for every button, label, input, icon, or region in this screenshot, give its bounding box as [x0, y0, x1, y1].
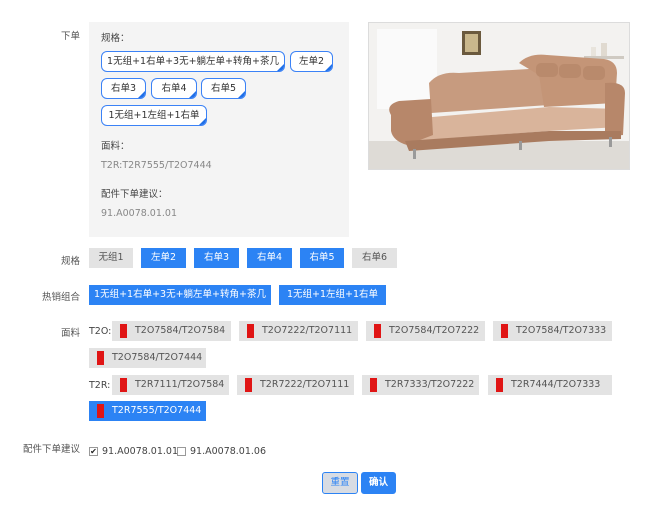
fabric-swatch	[370, 378, 377, 392]
spec-option[interactable]: 右单5	[300, 248, 344, 268]
parts-option[interactable]: ✔ 91.A0078.01.01	[89, 446, 179, 458]
order-label: 下单	[60, 31, 80, 42]
fabric-option-label: T2O7584/T2O7584	[135, 325, 226, 336]
fabric-option-selected[interactable]: T2R7555/T2O7444	[89, 401, 206, 421]
fabric-option-label: T2R7333/T2O7222	[385, 379, 475, 390]
spec-option[interactable]: 右单4	[247, 248, 292, 268]
fabric-option-label: T2O7222/T2O7111	[262, 325, 353, 336]
fabric-option[interactable]: T2R7444/T2O7333	[488, 375, 612, 395]
fabric-swatch	[496, 378, 503, 392]
fabric-swatch	[501, 324, 508, 338]
parts-suggestion-label: 配件下单建议	[22, 444, 80, 455]
fabric-option[interactable]: T2O7584/T2O7222	[366, 321, 485, 341]
fabric-option[interactable]: T2O7222/T2O7111	[239, 321, 358, 341]
fabric-swatch	[97, 351, 104, 365]
summary-spec-title: 规格：	[101, 33, 130, 44]
fabric-label: 面料	[60, 328, 80, 339]
fabric-option-label: T2R7222/T2O7111	[260, 379, 350, 390]
parts-option-label: 91.A0078.01.01	[102, 446, 178, 457]
parts-option-label: 91.A0078.01.06	[190, 446, 266, 457]
fabric-option[interactable]: T2O7584/T2O7333	[493, 321, 612, 341]
summary-parts-value: 91.A0078.01.01	[101, 208, 177, 219]
summary-fabric-value: T2R:T2R7555/T2O7444	[101, 160, 212, 171]
fabric-option-label: T2R7555/T2O7444	[112, 405, 202, 416]
parts-option[interactable]: 91.A0078.01.06	[177, 446, 267, 458]
hot-combo-label: 热销组合	[41, 292, 80, 303]
hot-combo-option[interactable]: 1无组+1右单+3无+躺左单+转角+茶几	[89, 285, 271, 305]
fabric-option[interactable]: T2R7111/T2O7584	[112, 375, 229, 395]
fabric-t2r-prefix: T2R:	[89, 380, 111, 391]
product-photo	[368, 22, 630, 170]
fabric-swatch	[374, 324, 381, 338]
hot-combo-option[interactable]: 1无组+1左组+1右单	[279, 285, 386, 305]
checkbox-checked[interactable]: ✔	[89, 447, 98, 456]
fabric-option-label: T2R7111/T2O7584	[135, 379, 225, 390]
fabric-swatch	[245, 378, 252, 392]
fabric-option[interactable]: T2R7222/T2O7111	[237, 375, 354, 395]
fabric-swatch	[120, 378, 127, 392]
summary-spec-pill[interactable]: 1无组+1右单+3无+躺左单+转角+茶几	[101, 51, 285, 72]
fabric-swatch	[97, 404, 104, 418]
fabric-swatch	[120, 324, 127, 338]
checkbox-unchecked[interactable]	[177, 447, 186, 456]
spec-option[interactable]: 右单3	[194, 248, 239, 268]
reset-button[interactable]: 重置	[322, 472, 358, 494]
sofa-image	[369, 23, 629, 169]
summary-parts-title: 配件下单建议：	[101, 189, 168, 200]
summary-spec-pill[interactable]: 右单5	[201, 78, 246, 99]
spec-option[interactable]: 无组1	[89, 248, 133, 268]
fabric-option-label: T2O7584/T2O7444	[112, 352, 203, 363]
spec-option[interactable]: 右单6	[352, 248, 397, 268]
fabric-t2o-prefix: T2O:	[89, 326, 112, 337]
fabric-swatch	[247, 324, 254, 338]
spec-option[interactable]: 左单2	[141, 248, 186, 268]
summary-spec-pill[interactable]: 1无组+1左组+1右单	[101, 105, 207, 126]
fabric-option-label: T2O7584/T2O7333	[516, 325, 607, 336]
fabric-option[interactable]: T2O7584/T2O7584	[112, 321, 231, 341]
confirm-button[interactable]: 确认	[361, 472, 396, 494]
spec-label: 规格	[60, 256, 80, 267]
fabric-option[interactable]: T2R7333/T2O7222	[362, 375, 479, 395]
summary-fabric-title: 面料：	[101, 141, 130, 152]
summary-spec-pill[interactable]: 右单3	[101, 78, 146, 99]
fabric-option-label: T2O7584/T2O7222	[389, 325, 480, 336]
order-summary-panel: 规格： 1无组+1右单+3无+躺左单+转角+茶几 左单2 右单3 右单4 右单5…	[89, 22, 349, 237]
fabric-option-label: T2R7444/T2O7333	[511, 379, 601, 390]
summary-spec-pill[interactable]: 左单2	[290, 51, 333, 72]
fabric-option[interactable]: T2O7584/T2O7444	[89, 348, 206, 368]
summary-spec-pill[interactable]: 右单4	[151, 78, 197, 99]
